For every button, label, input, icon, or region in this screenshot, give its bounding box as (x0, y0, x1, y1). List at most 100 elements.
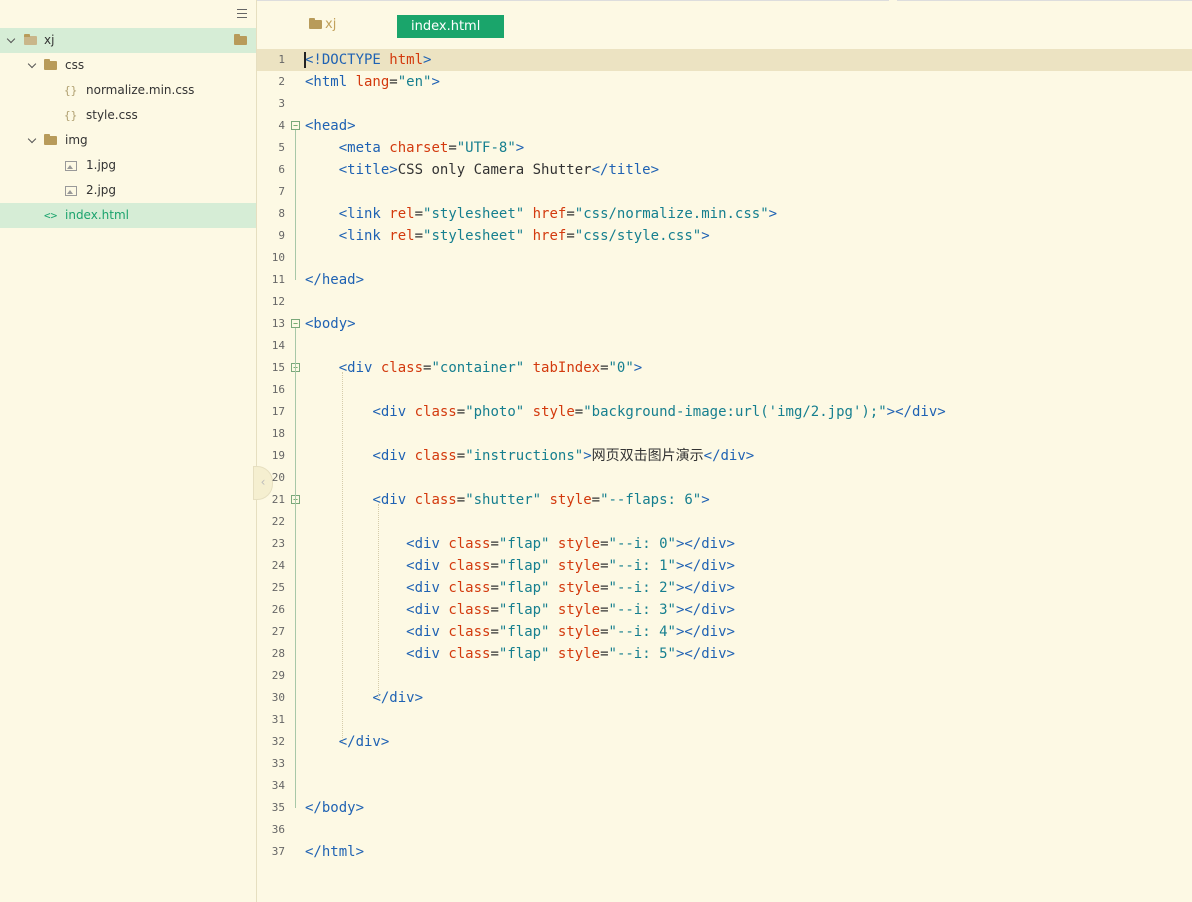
code-token: </title> (591, 162, 660, 178)
code-line[interactable]: 28 <div class="flap" style="--i: 5"></di… (257, 643, 1192, 665)
code-token: > (701, 492, 710, 508)
tree-item-img[interactable]: img (0, 128, 256, 153)
code-token: "UTF-8" (456, 140, 516, 156)
code-line[interactable]: 29 (257, 665, 1192, 687)
code-line[interactable]: 32 </div> (257, 731, 1192, 753)
tree-item-css[interactable]: css (0, 53, 256, 78)
code-token: ></div> (675, 624, 735, 640)
line-number: 9 (278, 229, 285, 242)
fold-toggle-icon[interactable]: − (291, 319, 300, 328)
code-text: <meta charset="UTF-8"> (305, 137, 524, 159)
line-number: 7 (278, 185, 285, 198)
code-text: <div class="flap" style="--i: 0"></div> (305, 533, 735, 555)
code-line[interactable]: 14 (257, 335, 1192, 357)
code-token: "--i: 1" (608, 558, 676, 574)
code-line[interactable]: 36 (257, 819, 1192, 841)
code-line[interactable]: 15− <div class="container" tabIndex="0"> (257, 357, 1192, 379)
code-token: "0" (608, 360, 634, 376)
line-number: 15 (271, 361, 285, 374)
code-text: </div> (305, 731, 390, 753)
tree-item-index-html[interactable]: <> index.html (0, 203, 256, 228)
code-token: "photo" (465, 404, 525, 420)
code-line[interactable]: 1 <!DOCTYPE html> (257, 49, 1192, 71)
breadcrumb[interactable]: xj (309, 17, 336, 32)
code-line[interactable]: 34 (257, 775, 1192, 797)
tree-item-1-jpg[interactable]: 1.jpg (0, 153, 256, 178)
chevron-down-icon[interactable] (27, 134, 37, 144)
code-token: style (557, 602, 601, 618)
code-text: <html lang="en"> (305, 71, 440, 93)
code-token: style (557, 536, 601, 552)
code-line[interactable]: 26 <div class="flap" style="--i: 3"></di… (257, 599, 1192, 621)
code-token: > (768, 206, 778, 222)
code-token: <body> (305, 316, 356, 332)
code-line[interactable]: 23 <div class="flap" style="--i: 0"></di… (257, 533, 1192, 555)
code-line[interactable]: 25 <div class="flap" style="--i: 2"></di… (257, 577, 1192, 599)
code-line[interactable]: 5 <meta charset="UTF-8"> (257, 137, 1192, 159)
code-line[interactable]: 33 (257, 753, 1192, 775)
code-line[interactable]: 11 </head> (257, 269, 1192, 291)
code-line[interactable]: 16 (257, 379, 1192, 401)
code-token: class (414, 448, 457, 464)
line-number: 17 (271, 405, 285, 418)
code-line[interactable]: 22 (257, 511, 1192, 533)
code-line[interactable]: 8 <link rel="stylesheet" href="css/norma… (257, 203, 1192, 225)
tab-index-html[interactable]: index.html (397, 15, 504, 38)
image-file-icon (65, 186, 77, 196)
code-line[interactable]: 4− <head> (257, 115, 1192, 137)
code-line[interactable]: 20 (257, 467, 1192, 489)
code-token: <!DOCTYPE (305, 52, 390, 68)
code-line[interactable]: 35 </body> (257, 797, 1192, 819)
code-line[interactable]: 2 <html lang="en"> (257, 71, 1192, 93)
chevron-down-icon[interactable] (27, 59, 37, 69)
code-token: = (456, 492, 466, 508)
code-line[interactable]: 3 (257, 93, 1192, 115)
tree-item-xj[interactable]: xj (0, 28, 256, 53)
code-line[interactable]: 13− <body> (257, 313, 1192, 335)
folder-icon[interactable] (234, 34, 247, 45)
code-line[interactable]: 18 (257, 423, 1192, 445)
code-editor[interactable]: 1 <!DOCTYPE html> 2 <html lang="en"> 3 4− <hea… (257, 49, 1192, 902)
line-number: 16 (271, 383, 285, 396)
menu-icon[interactable] (237, 9, 247, 18)
code-token: > (431, 74, 440, 90)
fold-toggle-icon[interactable]: − (291, 121, 300, 130)
line-number: 4 (278, 119, 285, 132)
code-line[interactable]: 17 <div class="photo" style="background-… (257, 401, 1192, 423)
code-token: ></div> (675, 580, 735, 596)
line-number: 25 (271, 581, 285, 594)
code-line[interactable]: 12 (257, 291, 1192, 313)
chevron-down-icon[interactable] (6, 34, 16, 44)
code-line[interactable]: 10 (257, 247, 1192, 269)
code-line[interactable]: 7 (257, 181, 1192, 203)
code-line[interactable]: 27 <div class="flap" style="--i: 4"></di… (257, 621, 1192, 643)
code-token: class (448, 536, 491, 552)
line-number: 27 (271, 625, 285, 638)
code-line[interactable]: 37 </html> (257, 841, 1192, 863)
tree-item-style-css[interactable]: {} style.css (0, 103, 256, 128)
code-line[interactable]: 21− <div class="shutter" style="--flaps:… (257, 489, 1192, 511)
code-token: "flap" (498, 536, 550, 552)
code-token: </div> (372, 690, 424, 706)
tree-item-2-jpg[interactable]: 2.jpg (0, 178, 256, 203)
code-line[interactable]: 31 (257, 709, 1192, 731)
line-number: 5 (278, 141, 285, 154)
code-line[interactable]: 6 <title>CSS only Camera Shutter</title> (257, 159, 1192, 181)
code-text: <div class="instructions">网页双击图片演示</div> (305, 445, 754, 467)
line-number: 36 (271, 823, 285, 836)
code-line[interactable]: 24 <div class="flap" style="--i: 1"></di… (257, 555, 1192, 577)
code-line[interactable]: 19 <div class="instructions">网页双击图片演示</d… (257, 445, 1192, 467)
line-number: 31 (271, 713, 285, 726)
code-token: = (600, 360, 609, 376)
code-token: <div (406, 558, 449, 574)
code-line[interactable]: 9 <link rel="stylesheet" href="css/style… (257, 225, 1192, 247)
code-line[interactable]: 30 </div> (257, 687, 1192, 709)
code-token: ></div> (675, 558, 735, 574)
tree-item-normalize-css[interactable]: {} normalize.min.css (0, 78, 256, 103)
